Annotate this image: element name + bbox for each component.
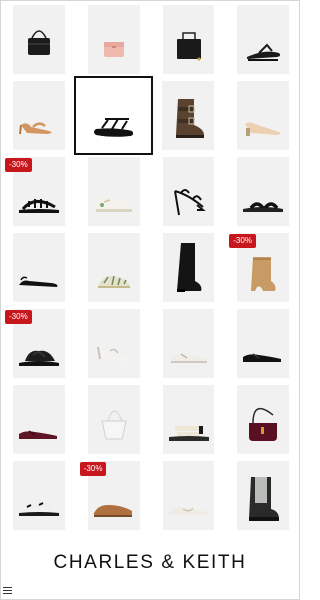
white-sneaker-icon: [95, 197, 132, 212]
brand-logo[interactable]: CHARLES & KEITH: [0, 552, 300, 574]
mesh-fisherman-flat-icon: [97, 275, 130, 288]
product-tile-sneaker[interactable]: [87, 157, 140, 226]
burgundy-mary-jane-flat-icon: [19, 430, 57, 439]
black-knee-boot-icon: [176, 243, 201, 292]
white-slingback-heel-icon: [96, 346, 130, 362]
white-shoulder-bag-icon: [101, 410, 127, 440]
product-tile-handbag[interactable]: [162, 5, 215, 74]
black-tote-bag-icon: [28, 30, 50, 55]
product-row: [13, 5, 289, 74]
discount-badge: -30%: [229, 234, 256, 248]
burgundy-shoulder-bag-icon: [249, 407, 278, 441]
product-tile-slingback-flat[interactable]: [13, 233, 65, 302]
white-ballet-flat-icon: [168, 507, 207, 515]
product-tile-strappy-heel[interactable]: [162, 157, 215, 226]
product-tile-flip-flop[interactable]: [237, 5, 289, 74]
black-flip-flop-sandal-icon: [247, 43, 281, 61]
product-tile-woven-sandal[interactable]: -30%: [5, 157, 65, 226]
product-tile-slide-sandal[interactable]: [237, 157, 289, 226]
product-tile-white-mary-jane[interactable]: [162, 309, 215, 378]
product-grid: -30% -30% -30% -30%: [5, 5, 289, 537]
grey-chelsea-boot-icon: [249, 477, 280, 521]
beige-pointed-pump-icon: [245, 122, 281, 136]
product-tile-pointed-pump[interactable]: [237, 81, 289, 150]
product-tile-knee-boot[interactable]: [162, 233, 215, 302]
product-tile-chelsea-boot[interactable]: [237, 461, 289, 530]
product-row: -30%: [5, 157, 289, 226]
product-row: -30%: [13, 233, 289, 302]
product-row: -30%: [13, 461, 289, 530]
product-tile-buckle-boot[interactable]: [162, 81, 215, 150]
hamburger-menu-icon[interactable]: [3, 587, 12, 596]
product-row: [13, 76, 289, 155]
product-tile-ballet-flat[interactable]: [162, 461, 215, 530]
discount-badge: -30%: [5, 158, 32, 172]
product-row: -30%: [5, 309, 289, 378]
black-mary-jane-flat-icon: [243, 353, 282, 362]
product-tile-black-mary-jane[interactable]: [237, 309, 289, 378]
product-tile-tote-bag[interactable]: [13, 5, 65, 74]
black-slide-sandal-icon: [243, 202, 284, 212]
product-tile-burgundy-mary-jane[interactable]: [13, 385, 65, 454]
product-tile-white-shoulder-bag[interactable]: [87, 385, 140, 454]
product-tile-burgundy-shoulder-bag[interactable]: [237, 385, 289, 454]
black-strappy-platform-sandal-icon: [93, 118, 133, 137]
product-tile-suede-loafer[interactable]: -30%: [79, 461, 140, 530]
black-handbag-icon: [176, 32, 201, 61]
tan-slingback-heel-icon: [19, 122, 52, 135]
discount-badge: -30%: [79, 462, 107, 476]
product-row: [13, 385, 289, 454]
black-slingback-flat-icon: [19, 276, 58, 287]
brown-buckle-boot-icon: [176, 99, 205, 138]
discount-badge: -30%: [5, 310, 32, 324]
pink-wallet-icon: [103, 42, 124, 57]
product-tile-slingback-heel[interactable]: [13, 81, 65, 150]
black-white-flat-sandal-icon: [19, 502, 59, 516]
white-mary-jane-flat-icon: [170, 353, 207, 363]
product-tile-ankle-boot[interactable]: -30%: [229, 233, 289, 302]
product-tile-strappy-platform[interactable]: [73, 76, 154, 155]
product-tile-wallet[interactable]: [87, 5, 140, 74]
product-tile-sport-sandal[interactable]: [162, 385, 215, 454]
product-tile-knot-mule[interactable]: -30%: [5, 309, 65, 378]
product-tile-fisherman-flat[interactable]: [87, 233, 140, 302]
product-tile-white-slingback[interactable]: [87, 309, 140, 378]
cream-sport-sandal-icon: [168, 426, 209, 441]
product-tile-flat-sandal[interactable]: [13, 461, 65, 530]
black-strappy-heel-icon: [173, 189, 206, 216]
